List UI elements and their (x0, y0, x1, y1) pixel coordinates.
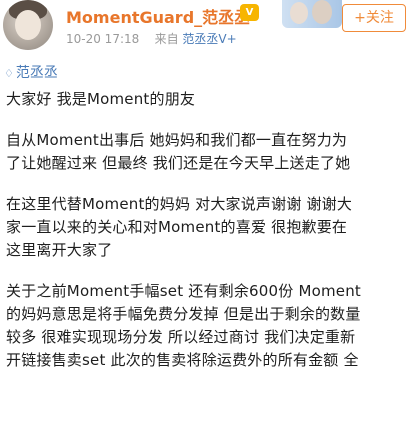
banner-figure (290, 2, 308, 24)
post-line: 较多 很难实现现场分发 所以经过商讨 我们决定重新 (6, 328, 356, 346)
diamond-icon: ♢ (4, 67, 14, 80)
vip-crown-icon: V (240, 4, 259, 21)
post-line: 的妈妈意思是将手幅免费分发掉 但是出于剩余的数量 (6, 305, 361, 323)
post-line: 了让她醒过来 但最终 我们还是在今天早上送走了她 (6, 154, 351, 172)
topic-link[interactable]: ♢ 范丞丞 (4, 62, 58, 82)
post-line: 自从Moment出事后 她妈妈和我们都一直在努力为 (6, 131, 348, 149)
follow-button[interactable]: +关注 (342, 4, 406, 32)
post-meta: 10-20 17:18 来自 范丞丞V+ (66, 30, 237, 47)
source-prefix: 来自 (154, 32, 179, 46)
header-banner-image (282, 0, 342, 28)
post-body: 大家好 我是Moment的朋友 自从Moment出事后 她妈妈和我们都一直在努力… (6, 88, 408, 372)
banner-figure (312, 0, 332, 24)
post-line: 在这里代替Moment的妈妈 对大家说声谢谢 谢谢大 (6, 195, 353, 213)
source-name[interactable]: 范丞丞V+ (182, 32, 236, 46)
post-time: 10-20 17:18 (66, 32, 140, 46)
post-line: 这里离开大家了 (6, 241, 113, 259)
topic-label: 范丞丞 (15, 65, 58, 81)
post-line: 大家好 我是Moment的朋友 (6, 90, 196, 108)
post-line: 开链接售卖set 此次的售卖将除运费外的所有金额 全 (6, 351, 359, 369)
post-header: MomentGuard_范丞丞 V 10-20 17:18 来自 范丞丞V+ +… (0, 0, 410, 58)
avatar-face (15, 10, 41, 40)
post-line: 家一直以来的关心和对Moment的喜爱 很抱歉要在 (6, 218, 348, 236)
username[interactable]: MomentGuard_范丞丞 (66, 4, 250, 28)
post-line: 关于之前Moment手幅set 还有剩余600份 Moment (6, 282, 361, 300)
user-avatar[interactable] (3, 0, 53, 50)
